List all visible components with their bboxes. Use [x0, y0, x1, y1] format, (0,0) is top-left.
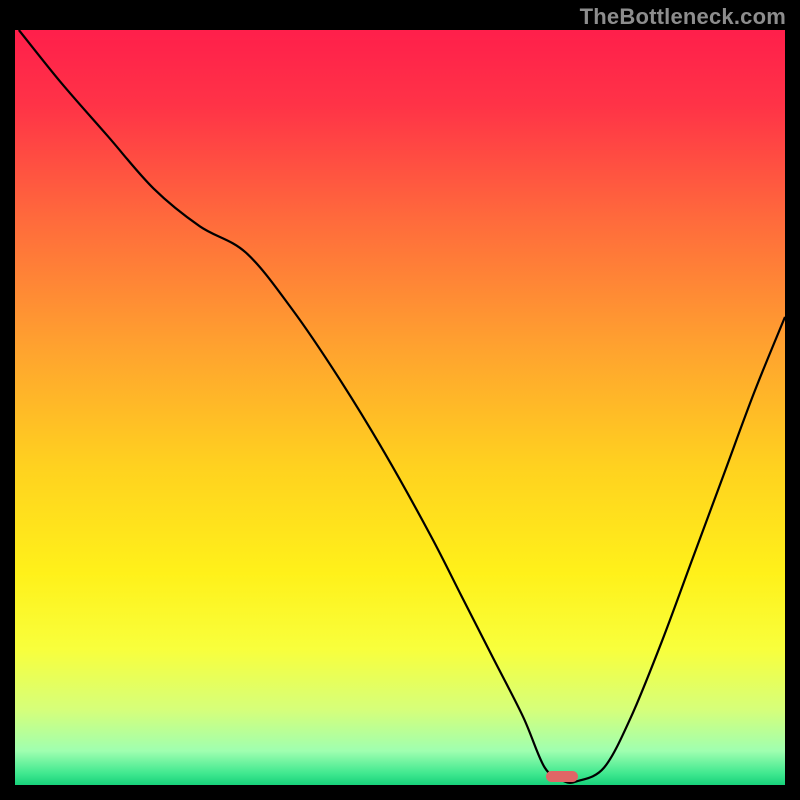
chart-frame: TheBottleneck.com: [0, 0, 800, 800]
optimal-range-marker: [546, 771, 578, 782]
watermark-text: TheBottleneck.com: [580, 4, 786, 30]
plot-area: [15, 30, 785, 785]
background-gradient: [15, 30, 785, 785]
